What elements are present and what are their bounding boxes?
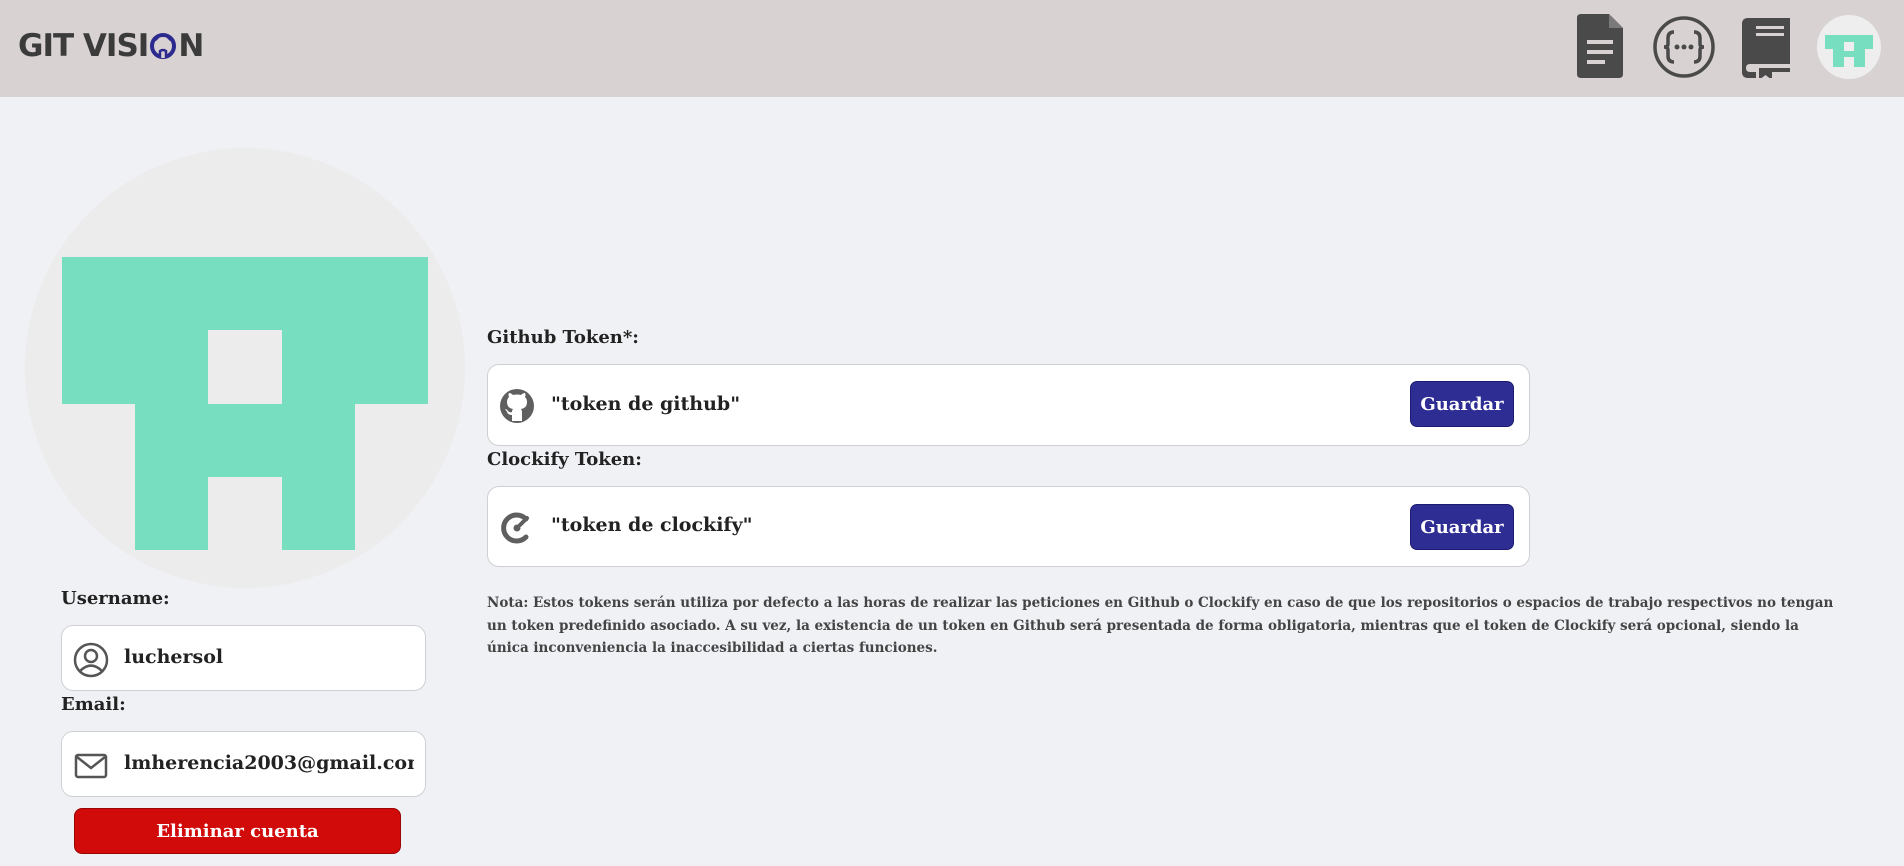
email-value: lmherencia2003@gmail.com — [124, 752, 414, 774]
username-value: luchersol — [124, 646, 224, 668]
username-field[interactable]: luchersol — [61, 625, 426, 691]
user-circle-icon — [73, 642, 109, 682]
clockify-token-field[interactable]: "token de clockify" Guardar — [487, 486, 1530, 567]
github-token-label: Github Token*: — [487, 327, 639, 348]
document-icon[interactable] — [1577, 14, 1625, 82]
book-icon[interactable] — [1742, 18, 1792, 82]
save-clockify-token-button[interactable]: Guardar — [1410, 504, 1514, 550]
username-label: Username: — [61, 588, 170, 609]
logo-text-end: N — [178, 28, 204, 64]
avatar[interactable] — [1817, 15, 1881, 83]
save-github-token-button[interactable]: Guardar — [1410, 381, 1514, 427]
clockify-token-value: "token de clockify" — [551, 514, 753, 536]
email-label: Email: — [61, 694, 126, 715]
clockify-icon — [499, 510, 535, 550]
profile-avatar — [25, 148, 465, 588]
logo-text-start: GIT VISI — [18, 28, 149, 64]
github-octocat-logo-icon — [149, 31, 177, 61]
mail-icon — [74, 752, 108, 784]
github-icon — [499, 388, 535, 428]
token-note: Nota: Estos tokens serán utiliza por def… — [487, 595, 1834, 656]
github-token-value: "token de github" — [551, 393, 741, 415]
top-bar: GIT VISI N — [0, 0, 1904, 97]
app-logo[interactable]: GIT VISI N — [18, 28, 204, 64]
api-braces-icon[interactable] — [1652, 15, 1716, 83]
email-field[interactable]: lmherencia2003@gmail.com — [61, 731, 426, 797]
clockify-token-label: Clockify Token: — [487, 449, 642, 470]
delete-account-button[interactable]: Eliminar cuenta — [74, 808, 401, 854]
github-token-field[interactable]: "token de github" Guardar — [487, 364, 1530, 446]
